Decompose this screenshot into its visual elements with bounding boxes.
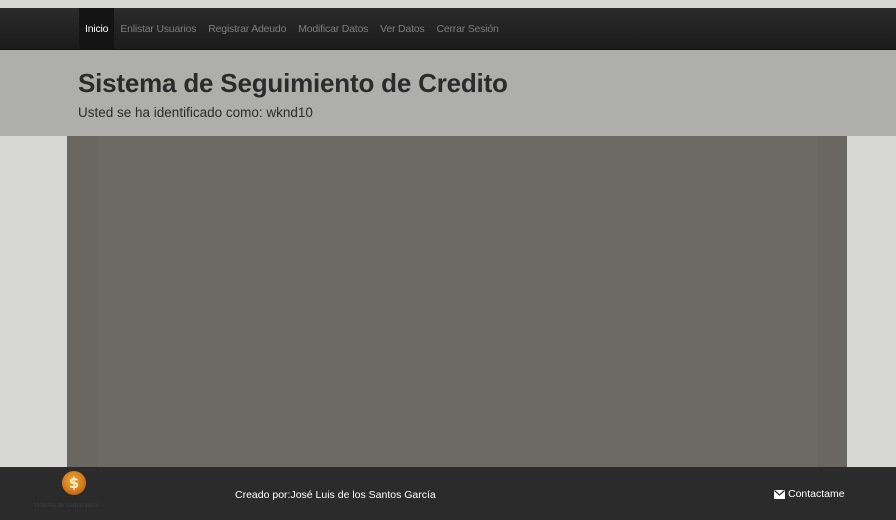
- logged-in-user-text: Usted se ha identificado como: wknd10: [78, 105, 313, 120]
- nav-item-ver-datos[interactable]: Ver Datos: [374, 8, 430, 50]
- page-footer: $ Sistema de Seguimiento Creado por:José…: [0, 467, 896, 520]
- content-panel: [97, 136, 817, 467]
- nav-item-enlistar-usuarios[interactable]: Enlistar Usuarios: [114, 8, 202, 50]
- right-margin: [847, 136, 896, 467]
- nav-item-cerrar-sesion[interactable]: Cerrar Sesión: [430, 8, 504, 50]
- top-navbar: Inicio Enlistar Usuarios Registrar Adeud…: [0, 8, 896, 50]
- main-content-area: [67, 136, 847, 467]
- logo-glyph: $: [68, 474, 80, 492]
- page-title: Sistema de Seguimiento de Credito: [78, 68, 508, 98]
- dollar-coin-icon: $: [62, 471, 86, 495]
- contact-label: Contactame: [788, 488, 845, 500]
- nav-item-inicio[interactable]: Inicio: [79, 8, 115, 50]
- nav-item-registrar-adeudo[interactable]: Registrar Adeudo: [202, 8, 292, 50]
- author-credit: Creado por:José Luis de los Santos Garcí…: [235, 489, 436, 501]
- nav-menu: Inicio Enlistar Usuarios Registrar Adeud…: [79, 8, 505, 50]
- page: Inicio Enlistar Usuarios Registrar Adeud…: [0, 0, 896, 520]
- nav-item-modificar-datos[interactable]: Modificar Datos: [292, 8, 374, 50]
- envelope-icon: [774, 489, 785, 499]
- page-header: Sistema de Seguimiento de Credito Usted …: [0, 50, 896, 136]
- left-margin: [0, 136, 67, 467]
- contact-link[interactable]: Contactame: [774, 488, 845, 500]
- logo-caption: Sistema de Seguimiento: [34, 503, 100, 509]
